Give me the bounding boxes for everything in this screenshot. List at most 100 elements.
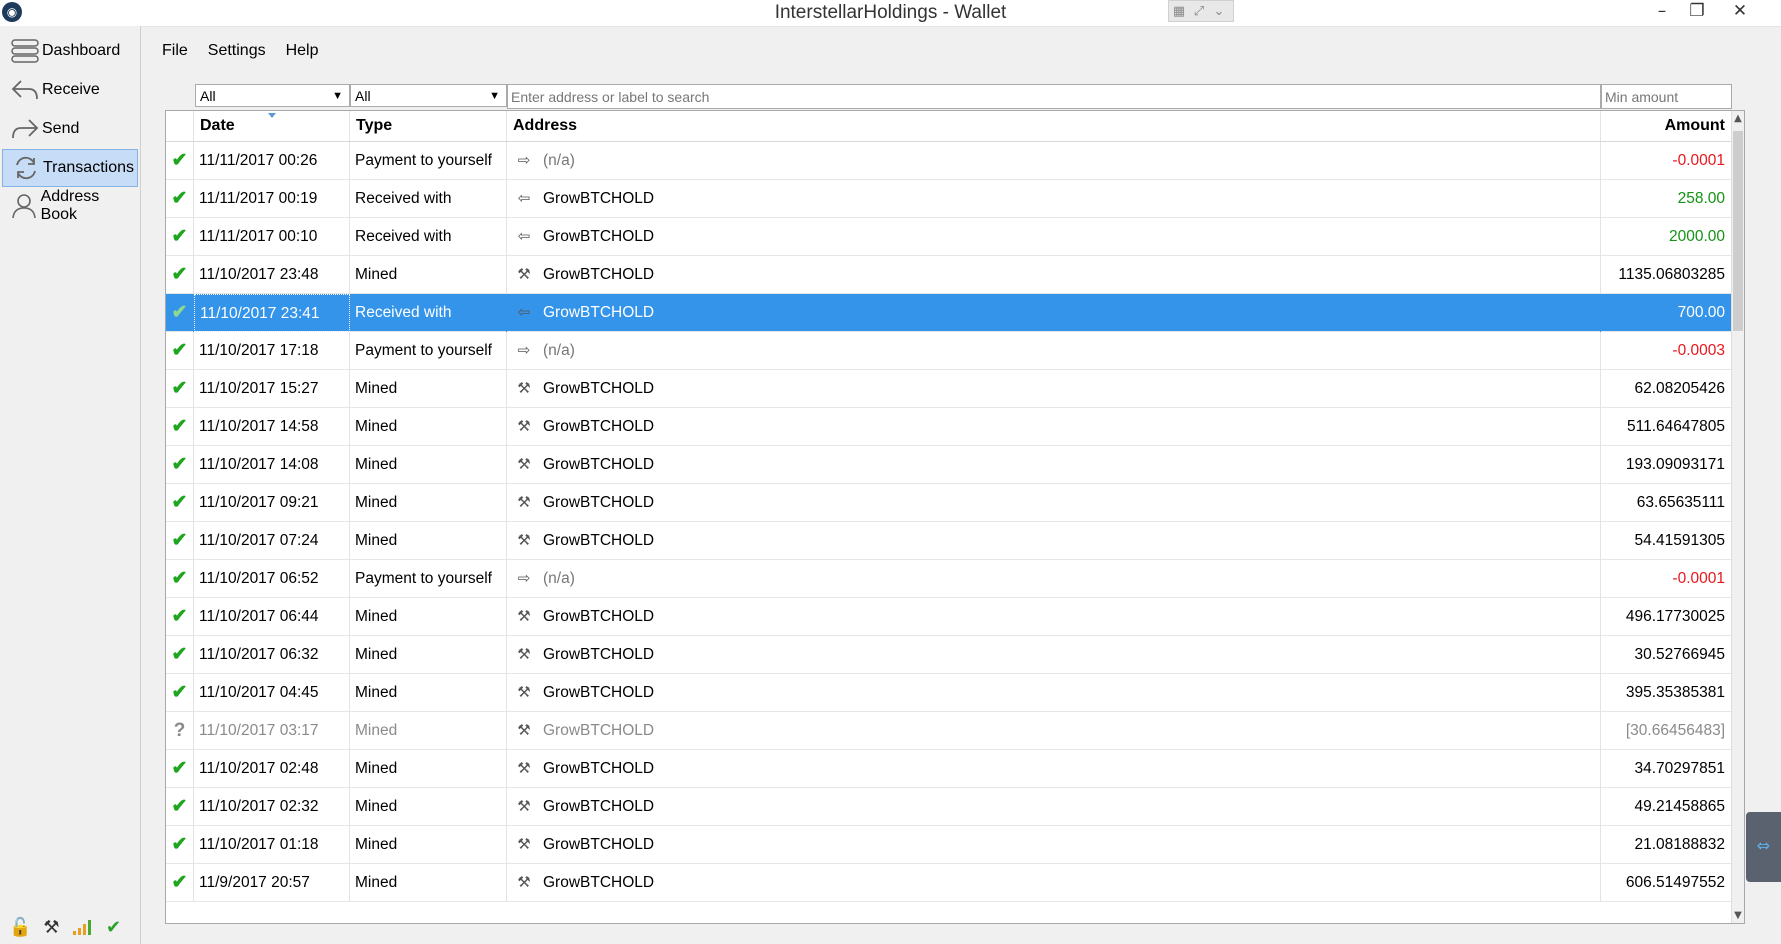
minimize-button[interactable]: – <box>1645 0 1679 22</box>
dropdown-arrow-icon: ▼ <box>489 90 500 102</box>
scroll-up-icon[interactable]: ▲ <box>1732 113 1744 124</box>
table-row[interactable]: ? 11/10/2017 03:17 Mined ⚒ GrowBTCHOLD [30.66… <box>166 712 1731 750</box>
date-cell: 11/10/2017 23:48 <box>194 256 350 294</box>
date-cell: 11/10/2017 23:41 <box>194 294 350 332</box>
date-cell: 11/10/2017 04:45 <box>194 674 350 712</box>
sidebar-item-receive[interactable]: Receive <box>2 72 136 108</box>
address-label: GrowBTCHOLD <box>543 684 655 701</box>
table-row[interactable]: ✔ 11/10/2017 14:08 Mined ⚒ GrowBTCHOLD 193.09… <box>166 446 1731 484</box>
address-label: GrowBTCHOLD <box>543 608 655 625</box>
table-row[interactable]: ✔ 11/10/2017 09:21 Mined ⚒ GrowBTCHOLD 63.656… <box>166 484 1731 522</box>
table-row[interactable]: ✔ 11/10/2017 06:32 Mined ⚒ GrowBTCHOLD 30.527… <box>166 636 1731 674</box>
address-cell: ⚒ GrowBTCHOLD <box>507 446 1601 484</box>
table-row[interactable]: ✔ 11/11/2017 00:10 Received with ⇦ GrowBTCHO… <box>166 218 1731 256</box>
fullscreen-icon[interactable]: ⤢ <box>1189 2 1209 22</box>
date-cell: 11/11/2017 00:10 <box>194 218 350 256</box>
sidebar-item-address-book[interactable]: Address Book <box>2 188 136 224</box>
scroll-down-icon[interactable]: ▼ <box>1732 910 1744 921</box>
transaction-type-icon: ⇨ <box>517 152 531 169</box>
menu-settings[interactable]: Settings <box>198 40 276 66</box>
table-row[interactable]: ✔ 11/10/2017 15:27 Mined ⚒ GrowBTCHOLD 62.082… <box>166 370 1731 408</box>
amount-cell: 49.21458865 <box>1634 798 1725 815</box>
menu-help[interactable]: Help <box>276 40 329 66</box>
address-cell: ⇨ (n/a) <box>507 142 1601 180</box>
lock-icon[interactable]: 🔓 <box>8 916 33 938</box>
sidebar-item-send[interactable]: Send <box>2 111 136 147</box>
transactions-table[interactable]: Date Type Address Amount ✔ 11/11/2017 00:… <box>165 110 1745 924</box>
mining-icon[interactable]: ⚒ <box>39 916 64 938</box>
table-row[interactable]: ✔ 11/10/2017 06:44 Mined ⚒ GrowBTCHOLD 496.17… <box>166 598 1731 636</box>
address-cell: ⇦ GrowBTCHOLD <box>507 218 1601 256</box>
menu-file[interactable]: File <box>152 40 198 66</box>
signal-icon[interactable] <box>70 916 95 938</box>
date-cell: 11/10/2017 02:32 <box>194 788 350 826</box>
table-row[interactable]: ✔ 11/10/2017 01:18 Mined ⚒ GrowBTCHOLD 21.081… <box>166 826 1731 864</box>
type-cell: Mined <box>350 636 507 674</box>
grid-icon[interactable]: ▦ <box>1169 2 1189 22</box>
table-row[interactable]: ✔ 11/10/2017 14:58 Mined ⚒ GrowBTCHOLD 511.64… <box>166 408 1731 446</box>
date-cell: 11/10/2017 06:32 <box>194 636 350 674</box>
table-row[interactable]: ✔ 11/10/2017 17:18 Payment to yourself ⇨ (n/… <box>166 332 1731 370</box>
table-row[interactable]: ✔ 11/10/2017 23:48 Mined ⚒ GrowBTCHOLD 1135.0… <box>166 256 1731 294</box>
type-cell: Mined <box>350 864 507 902</box>
min-amount-input[interactable] <box>1601 84 1732 109</box>
table-row[interactable]: ✔ 11/10/2017 04:45 Mined ⚒ GrowBTCHOLD 395.35… <box>166 674 1731 712</box>
search-input[interactable] <box>507 84 1601 109</box>
scrollbar-thumb[interactable] <box>1733 131 1743 331</box>
table-row[interactable]: ✔ 11/11/2017 00:26 Payment to yourself ⇨ (n/… <box>166 142 1731 180</box>
amount-cell: 1135.06803285 <box>1618 266 1725 283</box>
table-row[interactable]: ✔ 11/10/2017 07:24 Mined ⚒ GrowBTCHOLD 54.415… <box>166 522 1731 560</box>
transaction-type-icon: ⚒ <box>517 380 531 397</box>
amount-cell: [30.66456483] <box>1625 722 1725 739</box>
address-label: GrowBTCHOLD <box>543 190 655 207</box>
type-column-header[interactable]: Type <box>350 111 507 141</box>
menu-bar: File Settings Help <box>152 40 329 66</box>
amount-cell: 700.00 <box>1677 304 1725 321</box>
confirmation-status-icon: ✔ <box>166 294 194 332</box>
transaction-type-icon: ⚒ <box>517 646 531 663</box>
amount-cell: 511.64647805 <box>1627 418 1725 435</box>
date-cell: 11/10/2017 15:27 <box>194 370 350 408</box>
sidebar-item-label: Receive <box>42 81 100 98</box>
status-column-header[interactable] <box>166 111 194 141</box>
address-label: GrowBTCHOLD <box>543 760 655 777</box>
title-bar: ◉ InterstellarHoldings - Wallet ▦ ⤢ ⌄ – ❐ … <box>0 0 1781 27</box>
date-column-header[interactable]: Date <box>194 111 350 141</box>
address-label: (n/a) <box>543 342 575 359</box>
type-cell: Mined <box>350 484 507 522</box>
confirmation-status-icon: ✔ <box>166 788 194 826</box>
table-row[interactable]: ✔ 11/11/2017 00:19 Received with ⇦ GrowBTCHO… <box>166 180 1731 218</box>
type-cell: Mined <box>350 674 507 712</box>
table-row[interactable]: ✔ 11/10/2017 02:32 Mined ⚒ GrowBTCHOLD 49.214… <box>166 788 1731 826</box>
table-row[interactable]: ✔ 11/9/2017 20:57 Mined ⚒ GrowBTCHOLD 606.514… <box>166 864 1731 902</box>
close-button[interactable]: ✕ <box>1723 0 1757 22</box>
amount-cell: 606.51497552 <box>1625 874 1725 891</box>
chevron-down-icon[interactable]: ⌄ <box>1209 2 1229 22</box>
confirmation-status-icon: ✔ <box>166 484 194 522</box>
confirmation-status-icon: ✔ <box>166 332 194 370</box>
remote-support-tab[interactable]: ⇔ <box>1746 812 1781 882</box>
address-label: GrowBTCHOLD <box>543 266 655 283</box>
address-column-header[interactable]: Address <box>507 111 1601 141</box>
vertical-scrollbar[interactable]: ▲ ▼ <box>1731 111 1744 923</box>
address-label: GrowBTCHOLD <box>543 494 655 511</box>
send-icon <box>8 114 42 144</box>
table-row[interactable]: ✔ 11/10/2017 23:41 Received with ⇦ GrowBTCHO… <box>166 294 1731 332</box>
status-bar-icons: 🔓 ⚒ ✔ <box>8 916 126 938</box>
table-row[interactable]: ✔ 11/10/2017 06:52 Payment to yourself ⇨ (n/… <box>166 560 1731 598</box>
transaction-type-icon: ⚒ <box>517 684 531 701</box>
address-label: GrowBTCHOLD <box>543 532 655 549</box>
type-filter-select[interactable]: All ▼ <box>350 84 507 107</box>
transaction-type-icon: ⚒ <box>517 494 531 511</box>
table-header: Date Type Address Amount <box>166 111 1731 142</box>
sidebar-item-transactions[interactable]: Transactions <box>2 149 138 187</box>
synced-check-icon[interactable]: ✔ <box>101 916 126 938</box>
date-cell: 11/10/2017 01:18 <box>194 826 350 864</box>
sidebar-item-dashboard[interactable]: Dashboard <box>2 33 136 69</box>
table-row[interactable]: ✔ 11/10/2017 02:48 Mined ⚒ GrowBTCHOLD 34.702… <box>166 750 1731 788</box>
date-filter-select[interactable]: All ▼ <box>195 84 350 107</box>
address-cell: ⇦ GrowBTCHOLD <box>507 180 1601 218</box>
confirmation-status-icon: ? <box>166 712 194 750</box>
restore-button[interactable]: ❐ <box>1680 0 1714 22</box>
amount-column-header[interactable]: Amount <box>1601 111 1731 141</box>
